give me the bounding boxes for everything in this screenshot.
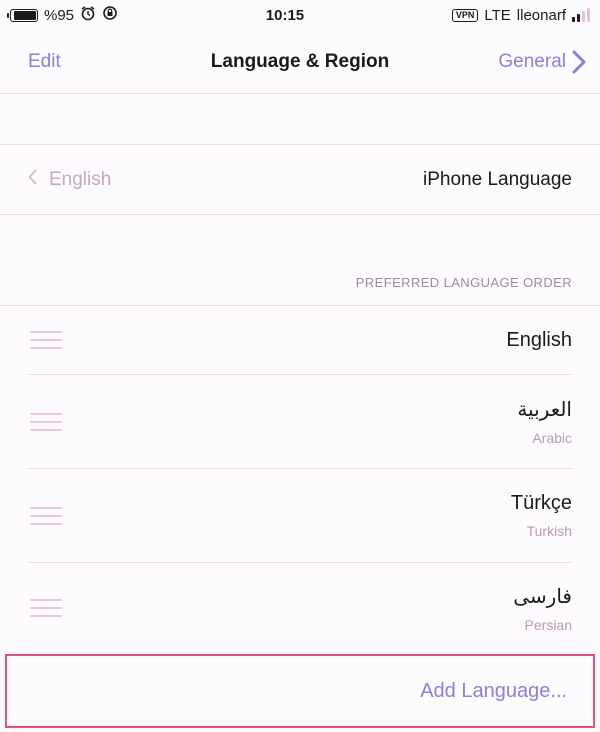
language-name: العربية xyxy=(517,399,572,421)
add-language-button[interactable]: Add Language... xyxy=(5,654,595,728)
language-row-arabic[interactable]: العربية Arabic xyxy=(0,375,600,468)
language-name: English xyxy=(506,328,572,351)
alarm-icon xyxy=(80,5,96,25)
language-row-persian[interactable]: فارسی Persian xyxy=(0,563,600,653)
drag-handle-icon[interactable] xyxy=(30,506,62,525)
signal-icon xyxy=(572,8,590,22)
language-text: English xyxy=(506,329,572,352)
carrier-name: lleonarf xyxy=(516,6,566,24)
drag-handle-icon[interactable] xyxy=(30,412,62,431)
language-subtitle: Arabic xyxy=(532,430,572,446)
language-row-english[interactable]: English xyxy=(0,306,600,374)
language-text: Türkçe Turkish xyxy=(511,492,572,539)
iphone-language-value: English xyxy=(49,169,112,190)
language-text: العربية Arabic xyxy=(517,397,572,446)
chevron-right-icon xyxy=(572,50,586,74)
iphone-language-value-group: English xyxy=(28,169,111,191)
language-name: Türkçe xyxy=(510,492,572,514)
rotation-lock-icon xyxy=(102,5,118,25)
language-subtitle: Persian xyxy=(524,616,572,633)
back-label: General xyxy=(498,50,566,72)
drag-handle-icon[interactable] xyxy=(30,599,62,617)
navigation-bar: Edit Language & Region General xyxy=(0,30,600,94)
iphone-language-row[interactable]: English iPhone Language xyxy=(0,145,600,215)
language-text: فارسی Persian xyxy=(513,584,572,633)
battery-icon xyxy=(7,8,38,22)
back-button[interactable]: General xyxy=(498,50,600,74)
section-header: PREFERRED LANGUAGE ORDER xyxy=(355,275,572,290)
status-right: VPN LTE lleonarf xyxy=(451,6,600,24)
language-name: فارسی xyxy=(513,585,572,608)
status-left: %95 xyxy=(0,5,118,25)
chevron-left-icon xyxy=(28,169,37,191)
battery-percent: %95 xyxy=(44,6,75,24)
edit-button[interactable]: Edit xyxy=(0,51,61,73)
drag-handle-icon[interactable] xyxy=(30,331,62,349)
language-subtitle: Turkish xyxy=(526,523,572,539)
add-language-label: Add Language... xyxy=(420,679,567,702)
iphone-language-label: iPhone Language xyxy=(423,169,572,190)
status-time: 10:15 xyxy=(265,6,305,24)
status-bar: %95 10:15 VPN LTE lleonarf xyxy=(0,0,600,30)
network-type: LTE xyxy=(484,6,511,24)
language-row-turkish[interactable]: Türkçe Turkish xyxy=(0,469,600,562)
separator xyxy=(0,214,600,215)
vpn-badge: VPN xyxy=(451,8,479,22)
